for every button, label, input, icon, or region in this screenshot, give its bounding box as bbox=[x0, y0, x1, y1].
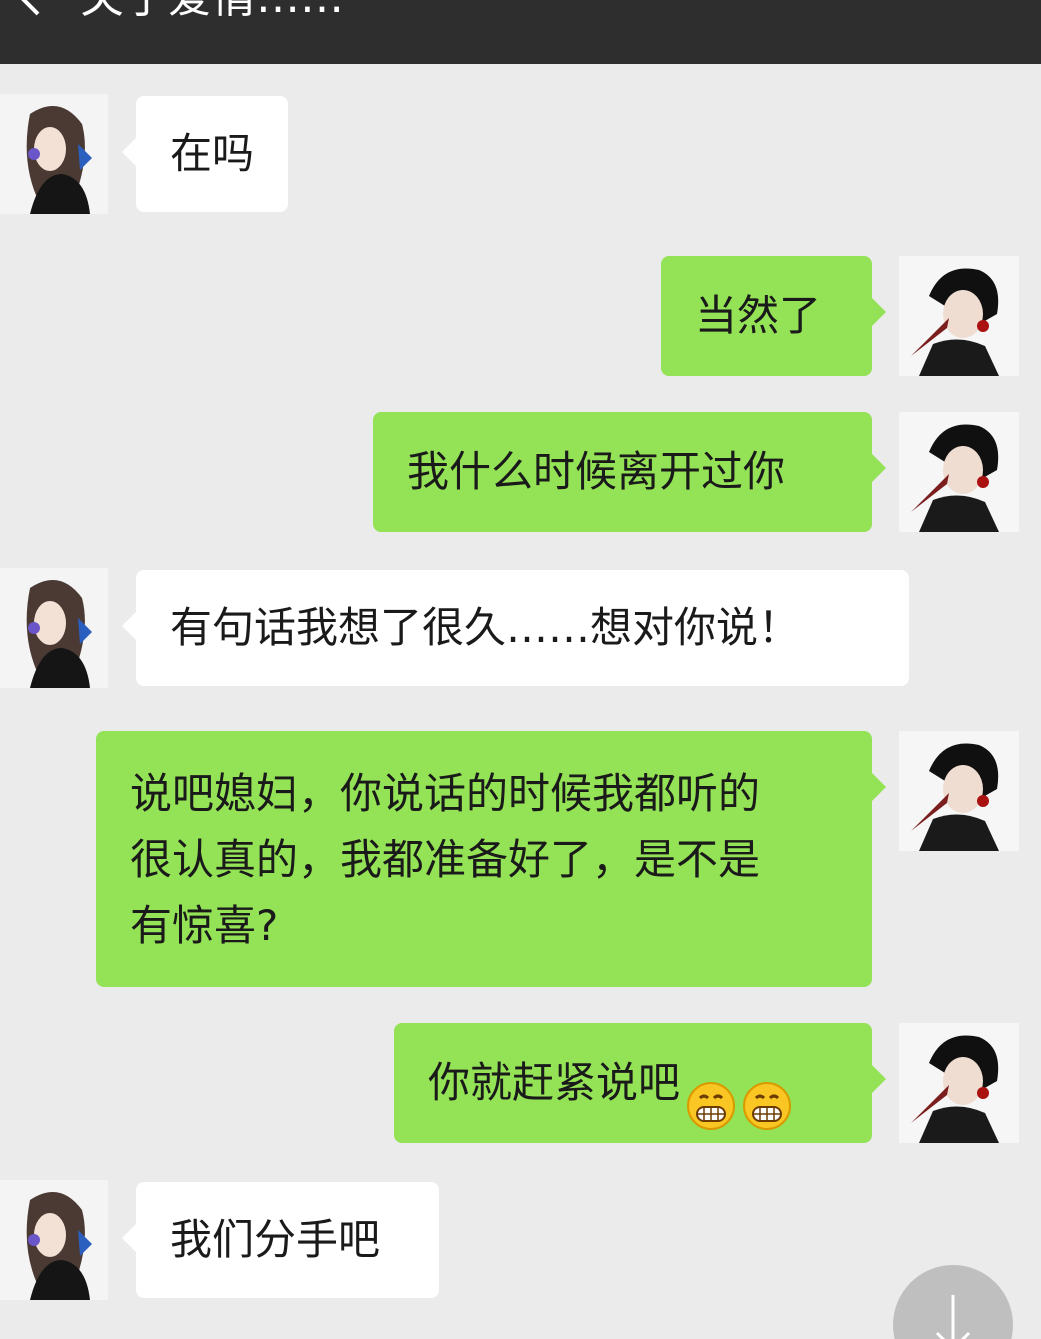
message-bubble-incoming[interactable]: 有句话我想了很久……想对你说！ bbox=[122, 570, 909, 686]
message-bubble-outgoing[interactable]: 当然了 bbox=[661, 256, 886, 376]
scroll-to-bottom-button[interactable] bbox=[893, 1265, 1013, 1339]
my-avatar[interactable] bbox=[899, 1023, 1019, 1143]
chat-screen: 关于爱情…… 在吗 当然了 我什么时候离开过你 bbox=[0, 0, 1041, 1339]
contact-avatar[interactable] bbox=[0, 1180, 108, 1300]
my-avatar[interactable] bbox=[899, 256, 1019, 376]
contact-avatar[interactable] bbox=[0, 568, 108, 688]
message-line: 有惊喜? bbox=[130, 901, 279, 950]
arrow-down-icon bbox=[935, 1295, 971, 1339]
grinning-emoji-icon bbox=[742, 1057, 792, 1130]
message-text: 你就赶紧说吧 bbox=[428, 1058, 681, 1107]
contact-avatar[interactable] bbox=[0, 94, 108, 214]
message-text: 在吗 bbox=[170, 129, 255, 178]
message-bubble-outgoing[interactable]: 说吧媳妇，你说话的时候我都听的 很认真的，我都准备好了，是不是 有惊喜? bbox=[96, 731, 886, 987]
message-text: 我什么时候离开过你 bbox=[407, 447, 786, 496]
message-text: 当然了 bbox=[695, 291, 822, 340]
chevron-left-icon[interactable] bbox=[10, 0, 50, 18]
message-line: 很认真的，我都准备好了，是不是 bbox=[130, 835, 761, 884]
message-bubble-incoming[interactable]: 我们分手吧 bbox=[122, 1182, 439, 1298]
message-bubble-outgoing[interactable]: 你就赶紧说吧 bbox=[394, 1023, 886, 1143]
my-avatar[interactable] bbox=[899, 731, 1019, 851]
message-text: 我们分手吧 bbox=[170, 1215, 381, 1264]
message-text: 有句话我想了很久……想对你说！ bbox=[170, 603, 801, 652]
my-avatar[interactable] bbox=[899, 412, 1019, 532]
message-line: 说吧媳妇，你说话的时候我都听的 bbox=[130, 769, 761, 818]
message-bubble-incoming[interactable]: 在吗 bbox=[121, 96, 289, 212]
chat-title: 关于爱情…… bbox=[80, 0, 344, 26]
grinning-emoji-icon bbox=[686, 1057, 736, 1130]
message-bubble-outgoing[interactable]: 我什么时候离开过你 bbox=[373, 412, 886, 532]
title-bar: 关于爱情…… bbox=[0, 0, 1041, 64]
